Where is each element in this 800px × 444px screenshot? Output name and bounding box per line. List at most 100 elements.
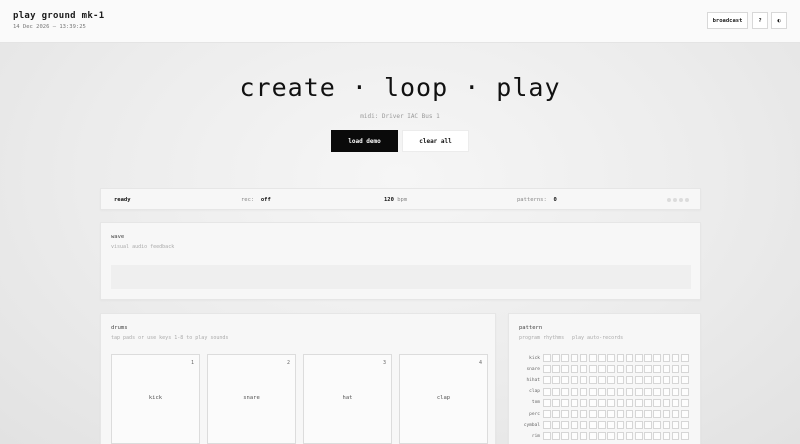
step-cell[interactable] (579, 387, 588, 396)
step-cell[interactable] (625, 387, 634, 396)
step-cell[interactable] (589, 410, 597, 418)
step-cell[interactable] (598, 410, 606, 418)
step-cell[interactable] (543, 421, 551, 430)
step-cell[interactable] (671, 387, 680, 396)
step-cell[interactable] (570, 410, 579, 418)
step-cell[interactable] (681, 387, 689, 396)
step-cell[interactable] (543, 376, 551, 385)
step-cell[interactable] (681, 398, 689, 407)
step-cell[interactable] (552, 387, 560, 396)
step-cell[interactable] (598, 432, 606, 441)
step-cell[interactable] (671, 432, 680, 441)
step-cell[interactable] (561, 387, 569, 396)
step-cell[interactable] (552, 432, 560, 441)
step-cell[interactable] (543, 398, 551, 407)
theme-toggle-button[interactable]: ◐ (771, 12, 787, 29)
step-cell[interactable] (552, 421, 560, 430)
step-cell[interactable] (552, 354, 560, 362)
step-cell[interactable] (552, 376, 560, 385)
step-cell[interactable] (616, 376, 625, 385)
step-cell[interactable] (570, 421, 579, 430)
step-cell[interactable] (662, 376, 671, 385)
step-cell[interactable] (681, 410, 689, 418)
step-cell[interactable] (543, 432, 551, 441)
step-cell[interactable] (625, 376, 634, 385)
step-cell[interactable] (653, 376, 661, 385)
step-cell[interactable] (616, 365, 625, 374)
step-cell[interactable] (579, 410, 588, 418)
step-cell[interactable] (653, 432, 661, 441)
step-cell[interactable] (635, 410, 643, 418)
step-cell[interactable] (681, 354, 689, 362)
step-cell[interactable] (579, 398, 588, 407)
step-cell[interactable] (579, 421, 588, 430)
step-cell[interactable] (561, 432, 569, 441)
step-cell[interactable] (625, 398, 634, 407)
step-cell[interactable] (552, 410, 560, 418)
step-cell[interactable] (644, 354, 652, 362)
step-cell[interactable] (607, 398, 615, 407)
step-cell[interactable] (681, 365, 689, 374)
step-cell[interactable] (671, 421, 680, 430)
step-cell[interactable] (561, 398, 569, 407)
step-cell[interactable] (681, 421, 689, 430)
load-demo-button[interactable]: load demo (331, 130, 398, 152)
step-cell[interactable] (579, 432, 588, 441)
help-button[interactable]: ? (752, 12, 768, 29)
step-cell[interactable] (681, 432, 689, 441)
step-cell[interactable] (625, 410, 634, 418)
step-cell[interactable] (616, 387, 625, 396)
step-cell[interactable] (607, 365, 615, 374)
step-cell[interactable] (543, 365, 551, 374)
step-cell[interactable] (653, 398, 661, 407)
step-cell[interactable] (653, 354, 661, 362)
step-cell[interactable] (598, 376, 606, 385)
step-cell[interactable] (561, 421, 569, 430)
step-cell[interactable] (671, 365, 680, 374)
step-cell[interactable] (561, 410, 569, 418)
drum-pad-hat[interactable]: 3 hat (303, 354, 392, 444)
step-cell[interactable] (589, 398, 597, 407)
step-cell[interactable] (607, 432, 615, 441)
step-cell[interactable] (598, 398, 606, 407)
step-cell[interactable] (644, 387, 652, 396)
step-cell[interactable] (589, 365, 597, 374)
step-cell[interactable] (653, 421, 661, 430)
step-cell[interactable] (607, 376, 615, 385)
drum-pad-snare[interactable]: 2 snare (207, 354, 296, 444)
step-cell[interactable] (635, 365, 643, 374)
drum-pad-clap[interactable]: 4 clap (399, 354, 488, 444)
step-cell[interactable] (570, 387, 579, 396)
step-cell[interactable] (570, 354, 579, 362)
step-cell[interactable] (598, 421, 606, 430)
step-cell[interactable] (607, 421, 615, 430)
step-cell[interactable] (570, 398, 579, 407)
step-cell[interactable] (625, 354, 634, 362)
step-cell[interactable] (589, 432, 597, 441)
step-cell[interactable] (616, 354, 625, 362)
step-cell[interactable] (552, 398, 560, 407)
step-cell[interactable] (653, 410, 661, 418)
step-cell[interactable] (644, 365, 652, 374)
step-cell[interactable] (653, 365, 661, 374)
tab-program-rhythms[interactable]: program rhythms (519, 335, 564, 341)
step-cell[interactable] (607, 387, 615, 396)
step-cell[interactable] (579, 376, 588, 385)
step-cell[interactable] (671, 354, 680, 362)
step-cell[interactable] (625, 421, 634, 430)
step-cell[interactable] (671, 410, 680, 418)
step-cell[interactable] (635, 387, 643, 396)
step-cell[interactable] (561, 376, 569, 385)
step-cell[interactable] (662, 365, 671, 374)
step-cell[interactable] (589, 354, 597, 362)
step-cell[interactable] (616, 398, 625, 407)
step-cell[interactable] (607, 354, 615, 362)
broadcast-button[interactable]: broadcast (707, 12, 748, 29)
step-cell[interactable] (635, 398, 643, 407)
step-cell[interactable] (635, 421, 643, 430)
step-cell[interactable] (543, 354, 551, 362)
clear-all-button[interactable]: clear all (402, 130, 469, 152)
step-cell[interactable] (543, 410, 551, 418)
step-cell[interactable] (681, 376, 689, 385)
step-cell[interactable] (662, 354, 671, 362)
